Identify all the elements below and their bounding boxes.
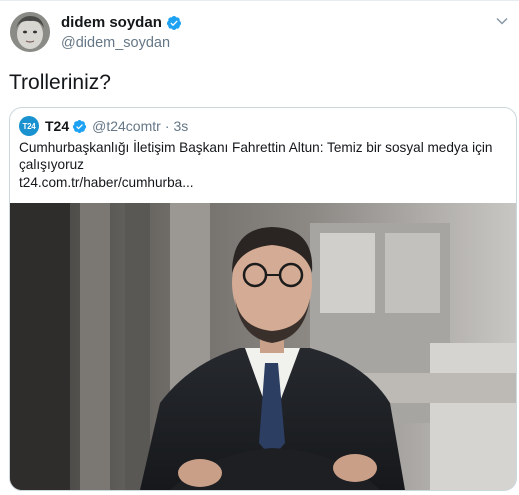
author-name[interactable]: didem soydan xyxy=(61,14,162,31)
verified-badge-icon xyxy=(73,119,87,133)
quoted-timestamp: 3s xyxy=(173,118,189,134)
quoted-author-row: T24 T24 @t24comtr · 3s xyxy=(19,116,188,136)
tweet-text: Trolleriniz? xyxy=(9,71,111,94)
t24-logo: T24 xyxy=(19,116,39,136)
quoted-author-name: T24 xyxy=(45,118,70,134)
separator-dot: · xyxy=(164,118,170,134)
quoted-link[interactable]: t24.com.tr/haber/cumhurba... xyxy=(19,175,194,190)
author-row[interactable]: didem soydan xyxy=(61,14,182,31)
chevron-down-icon[interactable] xyxy=(495,14,509,28)
author-handle[interactable]: @didem_soydan xyxy=(61,35,170,51)
avatar[interactable] xyxy=(10,12,50,52)
verified-badge-icon xyxy=(166,15,181,30)
quoted-author-handle: @t24comtr xyxy=(92,118,161,134)
top-divider xyxy=(0,0,519,1)
tweet-card: didem soydan @didem_soydan Trolleriniz? … xyxy=(0,0,519,495)
quoted-text: Cumhurbaşkanlığı İletişim Başkanı Fahret… xyxy=(19,140,493,172)
news-photo[interactable] xyxy=(10,203,516,490)
quoted-tweet[interactable]: T24 T24 @t24comtr · 3s Cumhurbaşkanlığı … xyxy=(9,107,517,491)
